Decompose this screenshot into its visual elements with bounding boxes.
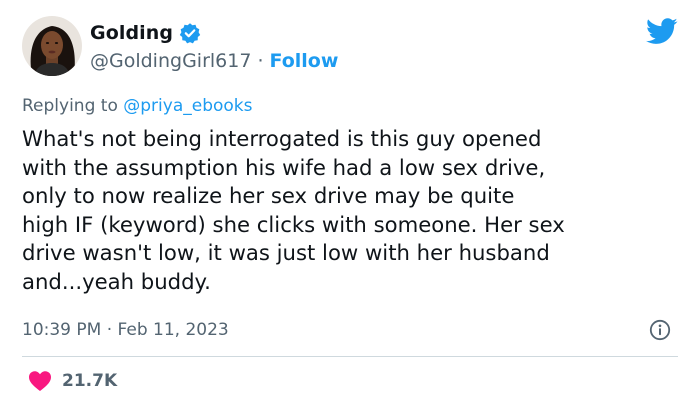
- avatar[interactable]: [22, 16, 82, 76]
- author-handle-row: @GoldingGirl617 · Follow: [90, 50, 338, 72]
- verified-badge-icon: [179, 22, 201, 44]
- like-action[interactable]: 21.7K: [28, 370, 117, 392]
- like-count: 21.7K: [62, 371, 118, 391]
- tweet-time: 10:39 PM: [22, 320, 102, 340]
- author-handle[interactable]: @GoldingGirl617: [90, 50, 251, 72]
- divider: [22, 356, 678, 357]
- twitter-bird-icon[interactable]: [646, 18, 678, 46]
- tweet-text-line: only to now realize her sex drive may be…: [22, 183, 515, 208]
- author-display-name[interactable]: Golding: [90, 22, 173, 44]
- tweet-text-line: What's not being interrogated is this gu…: [22, 126, 542, 151]
- tweet-card: Golding @GoldingGirl617 · Follow Replyin…: [0, 0, 700, 410]
- info-icon[interactable]: [649, 319, 671, 341]
- timestamp-separator: ·: [106, 320, 113, 340]
- tweet-date: Feb 11, 2023: [117, 320, 229, 340]
- replying-to: Replying to @priya_ebooks: [22, 96, 253, 116]
- handle-separator: ·: [257, 50, 264, 72]
- heart-icon[interactable]: [28, 370, 52, 392]
- tweet-text-line: drive wasn't low, it was just low with h…: [22, 240, 550, 265]
- author-name-row: Golding: [90, 22, 201, 44]
- tweet-text-line: with the assumption his wife had a low s…: [22, 154, 546, 180]
- replying-to-prefix: Replying to: [22, 96, 124, 116]
- tweet-text-line: and...yeah buddy.: [22, 268, 211, 294]
- follow-button[interactable]: Follow: [269, 50, 338, 72]
- reply-mention-link[interactable]: @priya_ebooks: [123, 96, 252, 116]
- tweet-text-line: high IF (keyword) she clicks with someon…: [22, 211, 565, 237]
- tweet-text: What's not being interrogated is this gu…: [22, 125, 682, 296]
- tweet-timestamp[interactable]: 10:39 PM · Feb 11, 2023: [22, 320, 229, 340]
